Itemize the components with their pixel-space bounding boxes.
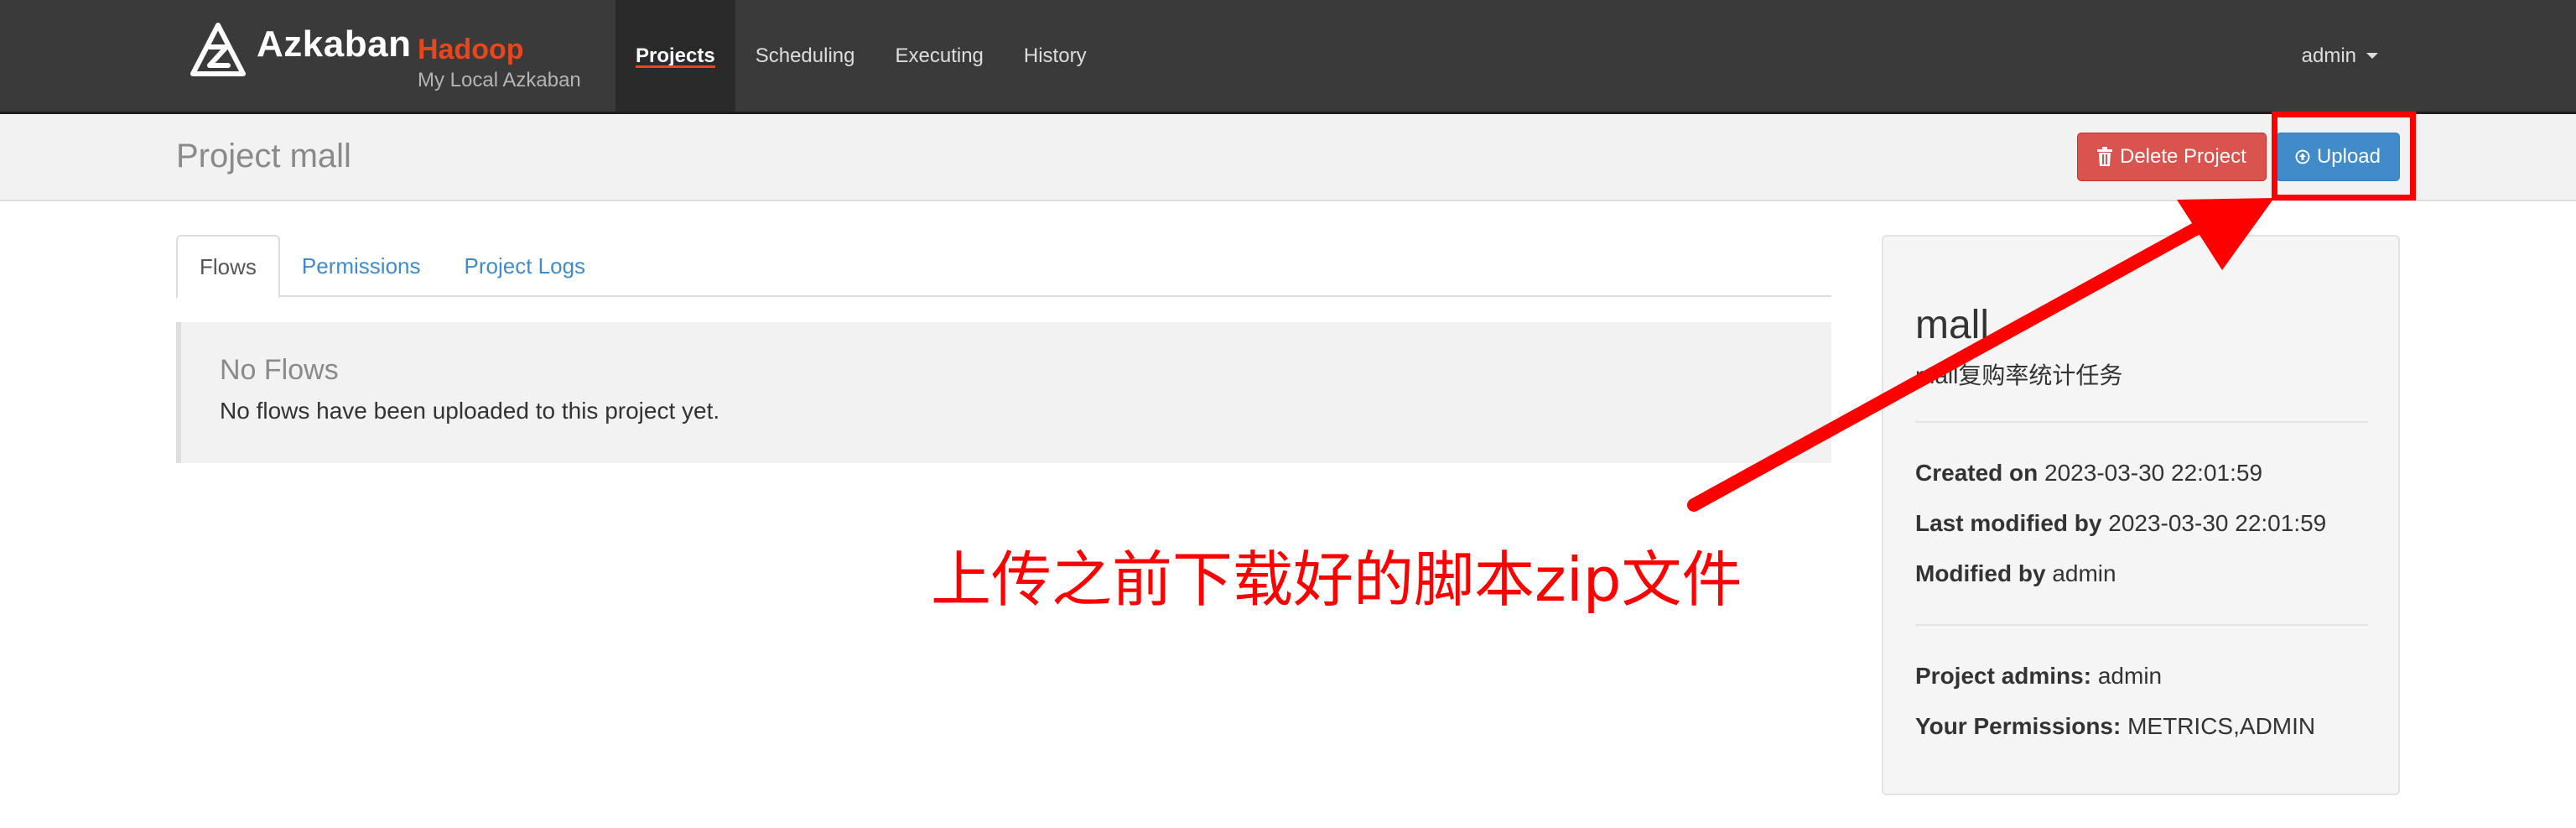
delete-project-button[interactable]: Delete Project — [2077, 133, 2267, 181]
project-name: mall — [1915, 303, 1990, 347]
annotation-highlight-box — [2272, 112, 2416, 200]
azkaban-logo-icon — [190, 23, 246, 76]
brand[interactable]: Azkaban Hadoop My Local Azkaban — [190, 18, 592, 102]
top-navbar: Azkaban Hadoop My Local Azkaban Projects… — [0, 0, 2576, 114]
project-admins-label: Project admins: — [1915, 663, 2092, 689]
created-on-value: 2023-03-30 22:01:59 — [2044, 460, 2263, 486]
project-info-panel: mall mall复购率统计任务 Created on 2023-03-30 2… — [1882, 235, 2400, 795]
nav-projects-label: Projects — [636, 44, 715, 67]
nav-executing[interactable]: Executing — [875, 0, 1003, 112]
trash-icon — [2097, 147, 2112, 166]
modified-by-label: Modified by — [1915, 560, 2046, 586]
modified-by-value: admin — [2052, 560, 2116, 586]
your-permissions-value: METRICS,ADMIN — [2127, 713, 2316, 739]
page-title: Project mall — [176, 138, 351, 174]
tab-permissions[interactable]: Permissions — [280, 235, 443, 297]
divider — [1915, 421, 2368, 423]
no-flows-callout: No Flows No flows have been uploaded to … — [176, 322, 1831, 463]
active-underline — [636, 65, 715, 68]
brand-subtitle: My Local Azkaban — [418, 69, 581, 91]
last-modified-row: Last modified by 2023-03-30 22:01:59 — [1915, 510, 2326, 537]
nav-history-label: History — [1023, 44, 1087, 67]
nav-projects[interactable]: Projects — [615, 0, 735, 112]
modified-by-row: Modified by admin — [1915, 560, 2116, 587]
tab-project-logs-label: Project Logs — [464, 253, 586, 279]
brand-environment: Hadoop — [418, 34, 524, 65]
project-admins-value: admin — [2097, 663, 2163, 689]
tab-project-logs[interactable]: Project Logs — [443, 235, 608, 297]
tab-flows[interactable]: Flows — [176, 235, 280, 299]
nav-executing-label: Executing — [895, 44, 984, 67]
last-modified-value: 2023-03-30 22:01:59 — [2108, 510, 2327, 536]
created-on-row: Created on 2023-03-30 22:01:59 — [1915, 460, 2262, 487]
delete-project-label: Delete Project — [2120, 145, 2246, 168]
nav-history[interactable]: History — [1004, 0, 1107, 112]
nav-scheduling-label: Scheduling — [755, 44, 855, 67]
main-nav: Projects Scheduling Executing History — [615, 0, 1107, 112]
created-on-label: Created on — [1915, 460, 2038, 486]
brand-name: Azkaban — [257, 23, 412, 65]
chevron-down-icon — [2366, 53, 2378, 59]
no-flows-message: No flows have been uploaded to this proj… — [220, 398, 720, 424]
project-admins-row: Project admins: admin — [1915, 663, 2162, 690]
your-permissions-label: Your Permissions: — [1915, 713, 2122, 739]
user-name: admin — [2301, 44, 2356, 67]
your-permissions-row: Your Permissions: METRICS,ADMIN — [1915, 713, 2315, 740]
project-tabs: Flows Permissions Project Logs — [176, 235, 1831, 299]
tab-permissions-label: Permissions — [301, 253, 421, 279]
user-menu[interactable]: admin — [2302, 0, 2378, 112]
nav-scheduling[interactable]: Scheduling — [735, 0, 875, 112]
divider — [1915, 624, 2368, 626]
last-modified-label: Last modified by — [1915, 510, 2102, 536]
annotation-text: 上传之前下载好的脚本zip文件 — [931, 544, 1742, 615]
project-description: mall复购率统计任务 — [1915, 362, 2123, 388]
tab-flows-label: Flows — [200, 253, 257, 279]
no-flows-title: No Flows — [220, 354, 339, 386]
project-header: Project mall Delete Project Upload — [0, 114, 2576, 201]
